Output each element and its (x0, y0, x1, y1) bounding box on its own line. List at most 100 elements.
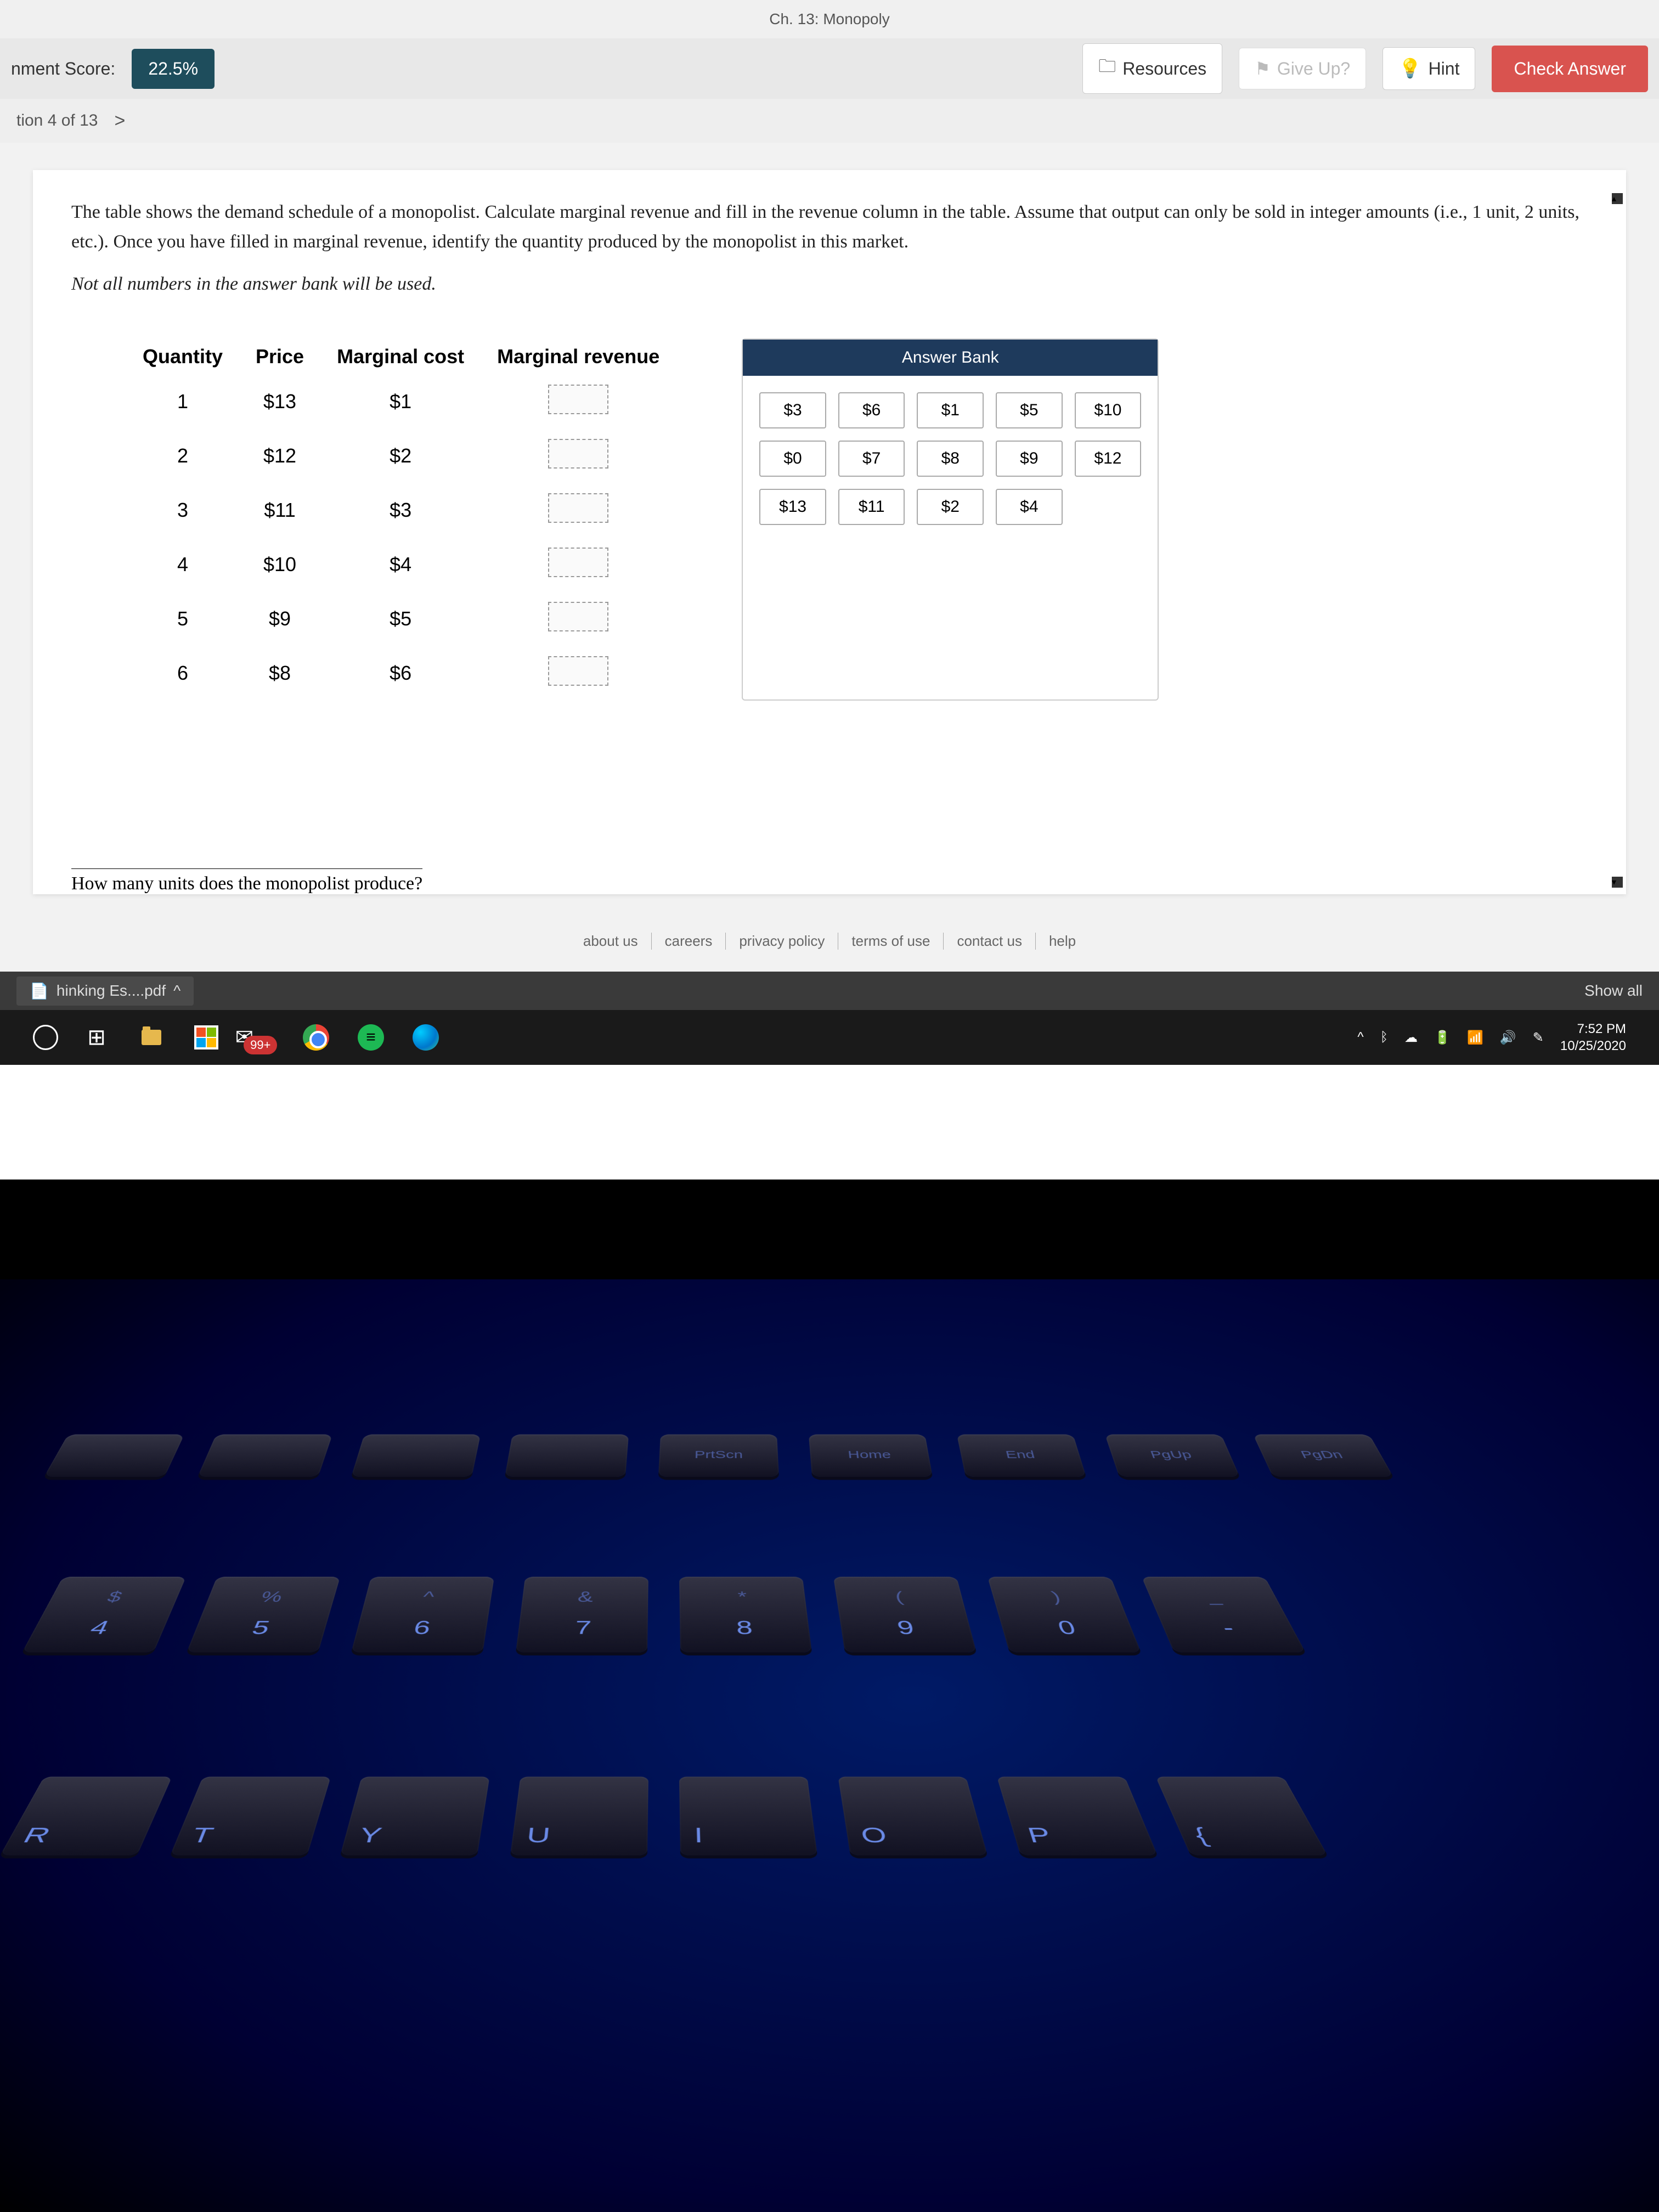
cell-marginal-revenue-dropzone[interactable] (481, 592, 676, 646)
edge-icon[interactable] (409, 1021, 442, 1054)
resources-label: Resources (1122, 59, 1206, 79)
keyboard-key: Y (340, 1776, 490, 1855)
keyboard-key: U (510, 1776, 648, 1855)
mail-badge: 99+ (244, 1036, 277, 1054)
footer-link[interactable]: careers (652, 933, 726, 950)
footer-link[interactable]: privacy policy (726, 933, 838, 950)
keyboard-key (44, 1435, 184, 1477)
resources-button[interactable]: 🗀 Resources (1082, 43, 1222, 94)
download-filename: hinking Es....pdf (57, 982, 166, 1000)
answer-chip[interactable]: $4 (996, 489, 1063, 525)
hint-button[interactable]: 💡 Hint (1383, 47, 1475, 90)
answer-chip[interactable]: $6 (838, 392, 905, 428)
answer-chip[interactable]: $13 (759, 489, 826, 525)
volume-icon[interactable]: 🔊 (1500, 1030, 1516, 1046)
col-price: Price (239, 338, 320, 375)
folder-icon: 🗀 (1098, 54, 1116, 83)
cell-marginal-cost: $5 (320, 592, 481, 646)
question-note: Not all numbers in the answer bank will … (71, 274, 1588, 295)
answer-chip[interactable]: $12 (1075, 441, 1142, 477)
browser-tab-bar: Ch. 13: Monopoly (0, 0, 1659, 38)
cell-marginal-revenue-dropzone[interactable] (481, 375, 676, 429)
bluetooth-icon[interactable]: ᛒ (1380, 1030, 1388, 1045)
cell-price: $8 (239, 646, 320, 701)
lightbulb-icon: 💡 (1398, 58, 1421, 80)
answer-chip[interactable]: $3 (759, 392, 826, 428)
answer-bank-header: Answer Bank (743, 340, 1158, 376)
spotify-icon[interactable]: ≡ (354, 1021, 387, 1054)
footer-link[interactable]: help (1036, 933, 1089, 950)
footer-link[interactable]: about us (570, 933, 652, 950)
keyboard-key: O (838, 1776, 988, 1855)
answer-chip[interactable]: $11 (838, 489, 905, 525)
answer-chip[interactable]: $0 (759, 441, 826, 477)
cell-marginal-revenue-dropzone[interactable] (481, 429, 676, 483)
cell-marginal-cost: $6 (320, 646, 481, 701)
footer-link[interactable]: contact us (944, 933, 1036, 950)
check-answer-button[interactable]: Check Answer (1492, 46, 1648, 92)
footer-link[interactable]: terms of use (838, 933, 944, 950)
scroll-up-icon[interactable]: ▴ (1612, 193, 1623, 204)
onedrive-icon[interactable]: ☁ (1404, 1030, 1418, 1046)
mail-icon[interactable]: ✉99+ (245, 1021, 278, 1054)
answer-chip[interactable]: $7 (838, 441, 905, 477)
scroll-down-icon[interactable]: ▾ (1612, 877, 1623, 888)
flag-icon: ⚑ (1255, 58, 1271, 79)
answer-chip[interactable]: $9 (996, 441, 1063, 477)
cell-quantity: 3 (126, 483, 239, 538)
question-counter: tion 4 of 13 (16, 111, 98, 130)
content-area: ▴ The table shows the demand schedule of… (0, 143, 1659, 911)
keyboard-key: (9 (833, 1577, 977, 1652)
cortana-icon[interactable] (33, 1025, 58, 1050)
cell-quantity: 4 (126, 538, 239, 592)
question-nav-bar: tion 4 of 13 > (0, 99, 1659, 143)
keyboard-key: *8 (679, 1577, 812, 1652)
file-explorer-icon[interactable] (135, 1021, 168, 1054)
next-question-button[interactable]: > (114, 110, 125, 132)
cell-quantity: 6 (126, 646, 239, 701)
answer-chip[interactable]: $8 (917, 441, 984, 477)
cell-quantity: 5 (126, 592, 239, 646)
answer-chip[interactable]: $10 (1075, 392, 1142, 428)
keyboard-key: ^6 (351, 1577, 494, 1652)
cell-marginal-revenue-dropzone[interactable] (481, 538, 676, 592)
microsoft-store-icon[interactable] (190, 1021, 223, 1054)
question-card: ▴ The table shows the demand schedule of… (33, 170, 1626, 894)
answer-chip[interactable]: $5 (996, 392, 1063, 428)
time: 7:52 PM (1560, 1020, 1626, 1037)
cell-marginal-revenue-dropzone[interactable] (481, 646, 676, 701)
keyboard-key: $4 (22, 1577, 186, 1652)
tray-chevron-icon[interactable]: ^ (1357, 1030, 1363, 1045)
keyboard-key (198, 1435, 332, 1477)
pen-icon[interactable]: ✎ (1533, 1030, 1544, 1046)
cell-price: $9 (239, 592, 320, 646)
col-marginal-revenue: Marginal revenue (481, 338, 676, 375)
keyboard-key: PgDn (1253, 1435, 1393, 1477)
answer-chip[interactable]: $2 (917, 489, 984, 525)
download-item[interactable]: 📄 hinking Es....pdf ^ (16, 977, 194, 1006)
cell-price: $10 (239, 538, 320, 592)
answer-chip[interactable]: $1 (917, 392, 984, 428)
table-row: 6$8$6 (126, 646, 676, 701)
col-quantity: Quantity (126, 338, 239, 375)
windows-taskbar: ⊞ ✉99+ ≡ ^ ᛒ ☁ 🔋 📶 🔊 ✎ 7:52 PM 10/25/202… (0, 1010, 1659, 1065)
score-label: nment Score: (11, 59, 115, 79)
keyboard-key: Home (809, 1435, 933, 1477)
battery-icon[interactable]: 🔋 (1434, 1030, 1451, 1046)
followup-question: How many units does the monopolist produ… (71, 868, 422, 894)
hint-label: Hint (1429, 59, 1460, 79)
keyboard-key: P (997, 1776, 1158, 1855)
cell-quantity: 2 (126, 429, 239, 483)
keyboard-key: I (679, 1776, 817, 1855)
cell-marginal-cost: $2 (320, 429, 481, 483)
chevron-up-icon[interactable]: ^ (173, 982, 180, 1000)
task-view-icon[interactable]: ⊞ (80, 1021, 113, 1054)
cell-marginal-cost: $3 (320, 483, 481, 538)
cell-marginal-revenue-dropzone[interactable] (481, 483, 676, 538)
cell-quantity: 1 (126, 375, 239, 429)
date: 10/25/2020 (1560, 1037, 1626, 1054)
chrome-icon[interactable] (300, 1021, 332, 1054)
wifi-icon[interactable]: 📶 (1467, 1030, 1483, 1046)
clock[interactable]: 7:52 PM 10/25/2020 (1560, 1020, 1626, 1054)
show-all-downloads[interactable]: Show all (1584, 982, 1643, 1000)
